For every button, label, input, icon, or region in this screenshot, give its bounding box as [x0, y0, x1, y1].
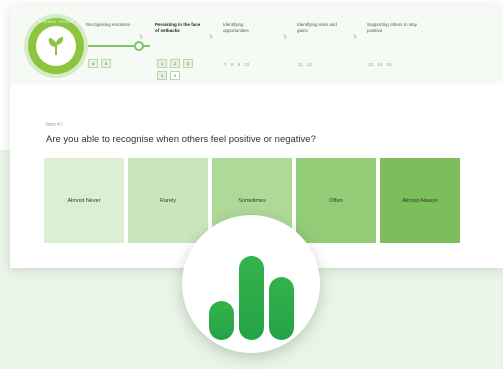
step-persisting[interactable]: Persisting in the face of setbacks: [155, 22, 201, 34]
item-pill[interactable]: 1: [157, 59, 167, 68]
answer-rarely[interactable]: Rarely: [128, 158, 208, 243]
chart-bar: [239, 256, 264, 340]
item-pill[interactable]: 4: [88, 59, 98, 68]
answer-often[interactable]: Often: [296, 158, 376, 243]
step-4-items: 11 12: [298, 62, 312, 67]
item-pill-current[interactable]: 5: [170, 71, 180, 80]
step-label: Identifying opportunities: [223, 22, 249, 33]
question-text: Are you able to recognise when others fe…: [46, 134, 316, 145]
chart-bar: [209, 301, 234, 340]
step-2-items: 1 2 3 4 5: [157, 59, 197, 80]
step-5-items: 13 14 15: [368, 62, 392, 67]
chevron-right-icon: ›: [283, 29, 287, 43]
item-pill[interactable]: 5: [101, 59, 111, 68]
chevron-right-icon: ›: [353, 29, 357, 43]
step-recognising-emotions[interactable]: Recognising emotions: [86, 22, 132, 28]
leaf-icon: [48, 37, 64, 56]
step-identifying-risks[interactable]: Identifying risks and gains: [297, 22, 343, 34]
bar-chart-icon: [182, 215, 320, 353]
step-supporting-others[interactable]: Supporting others to stay positive: [367, 22, 427, 34]
answer-almost-never[interactable]: Almost Never: [44, 158, 124, 243]
logo: SPRING TOOLS: [28, 18, 84, 74]
chevron-right-icon: ›: [139, 29, 143, 43]
item-label: Item 4 /: [46, 122, 63, 128]
item-pill[interactable]: 4: [157, 71, 167, 80]
logo-text: SPRING TOOLS: [38, 19, 74, 24]
chart-bar: [269, 277, 294, 340]
item-pill[interactable]: 3: [183, 59, 193, 68]
step-label: Persisting in the face of setbacks: [155, 22, 201, 33]
chevron-right-icon: ›: [209, 29, 213, 43]
step-identifying-opportunities[interactable]: Identifying opportunities: [223, 22, 269, 34]
step-label: Recognising emotions: [86, 22, 131, 27]
step-label: Identifying risks and gains: [297, 22, 337, 33]
progress-header: SPRING TOOLS Recognising emotions 4 5 › …: [10, 6, 503, 84]
step-1-items: 4 5: [88, 59, 128, 68]
answer-almost-always[interactable]: Almost Always: [380, 158, 460, 243]
item-pill[interactable]: 2: [170, 59, 180, 68]
step-3-items: 7 8 9 10: [224, 62, 250, 67]
step-label: Supporting others to stay positive: [367, 22, 418, 33]
